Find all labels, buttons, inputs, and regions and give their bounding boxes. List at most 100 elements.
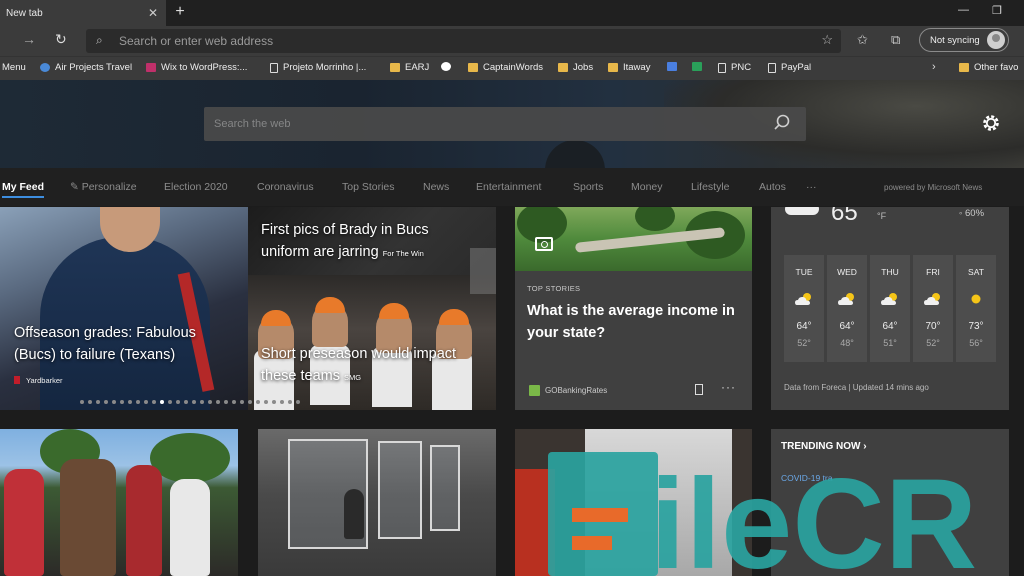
forecast-day[interactable]: THU 64° 51° [870,255,910,362]
tab-my-feed[interactable]: My Feed [2,181,45,198]
story-headline[interactable]: What is the average income in your state… [527,300,747,344]
carousel-dot[interactable] [232,400,236,404]
carousel-dot[interactable] [80,400,84,404]
carousel-next-button[interactable] [470,248,496,294]
carousel-dot[interactable] [120,400,124,404]
carousel-dots[interactable] [80,400,300,404]
headline-brady-uniform[interactable]: First pics of Brady in Bucs uniform are … [261,219,476,265]
favorite-captainwords[interactable]: CaptainWords [468,62,543,73]
address-input[interactable] [119,33,799,49]
profile-sync-button[interactable]: Not syncing [919,28,1009,52]
carousel-dot[interactable] [176,400,180,404]
carousel-dot[interactable] [216,400,220,404]
favorite-google[interactable] [441,62,456,71]
forecast-day[interactable]: WED 64° 48° [827,255,867,362]
favorite-other[interactable]: Other favo [959,62,1018,73]
favorite-paypal[interactable]: PayPal [768,62,811,73]
carousel-dot[interactable] [184,400,188,404]
news-card-protest[interactable] [0,429,238,576]
carousel-dot[interactable] [208,400,212,404]
chevron-right-icon[interactable]: › [932,61,936,73]
headline-short-preseason[interactable]: Short preseason would impact these teams… [261,343,486,389]
forecast-day[interactable]: TUE 64° 52° [784,255,824,362]
new-tab-button[interactable]: + [170,3,190,21]
favorite-itaway[interactable]: Itaway [608,62,650,73]
favorite-star-icon[interactable]: ☆ [821,32,833,48]
weather-card[interactable]: 65 °F ◦ 60% TUE 64° 52° WED 64° 48° THU 64° 51° F… [771,207,1009,410]
favorite-wix[interactable]: Wix to WordPress:... [146,62,247,73]
tab-autos[interactable]: Autos [759,181,786,193]
trending-heading: TRENDING NOW › [781,441,867,452]
favorite-jobs[interactable]: Jobs [558,62,593,73]
top-story-card[interactable]: TOP STORIES What is the average income i… [515,207,752,410]
gear-icon[interactable] [981,113,1001,133]
tab-news[interactable]: News [423,181,449,193]
temp-unit: °F [877,211,887,221]
carousel-dot[interactable] [160,400,164,404]
page-icon [718,62,726,73]
favorites-icon[interactable]: ✩ [857,32,868,48]
carousel-dot[interactable] [88,400,92,404]
more-options-icon[interactable]: ··· [721,380,736,394]
tab-election-2020[interactable]: Election 2020 [164,181,228,193]
carousel-dot[interactable] [288,400,292,404]
carousel-dot[interactable] [272,400,276,404]
bookmark-icon[interactable] [695,384,703,395]
refresh-icon[interactable]: ↻ [55,31,67,48]
carousel-dot[interactable] [224,400,228,404]
restore-icon[interactable]: ❐ [992,4,1002,17]
tab-personalize[interactable]: ✎ Personalize [70,181,137,193]
carousel-dot[interactable] [144,400,148,404]
tab-lifestyle[interactable]: Lifestyle [691,181,730,193]
carousel-dot[interactable] [248,400,252,404]
back-arrow-icon[interactable]: → [22,31,36,47]
forecast-low: 51° [883,338,897,348]
tab-entertainment[interactable]: Entertainment [476,181,541,193]
carousel-dot[interactable] [112,400,116,404]
tab-new-tab[interactable]: New tab ✕ [0,0,166,26]
address-bar[interactable]: ⌕ ☆ [86,29,841,53]
favorite-menu[interactable]: Menu [2,62,26,73]
humidity-value: 60% [965,208,985,219]
folder-icon [608,63,618,72]
carousel-dot[interactable] [192,400,196,404]
tab-coronavirus[interactable]: Coronavirus [257,181,314,193]
tab-sports[interactable]: Sports [573,181,603,193]
favorite-pnc[interactable]: PNC [718,62,751,73]
forecast-day[interactable]: SAT 73° 56° [956,255,996,362]
carousel-dot[interactable] [104,400,108,404]
player-helmet [439,309,469,325]
page-icon [768,62,776,73]
forecast-day[interactable]: FRI 70° 52° [913,255,953,362]
news-card-gym[interactable] [258,429,496,576]
source-label: GOBankingRates [545,386,608,395]
carousel-dot[interactable] [240,400,244,404]
carousel-dot[interactable] [200,400,204,404]
more-icon[interactable]: ··· [806,181,817,193]
tab-top-stories[interactable]: Top Stories [342,181,395,193]
favorite-air-projects[interactable]: Air Projects Travel [40,62,132,73]
tab-money[interactable]: Money [631,181,663,193]
news-carousel[interactable]: Offseason grades: Fabulous (Bucs) to fai… [0,207,496,410]
close-icon[interactable]: ✕ [148,6,158,20]
collections-icon[interactable]: ⧉ [891,32,900,48]
search-icon[interactable] [772,113,792,133]
favorite-sheets[interactable] [692,62,707,71]
minimize-icon[interactable]: — [958,4,969,16]
headline-offseason-grades[interactable]: Offseason grades: Fabulous (Bucs) to fai… [14,322,234,366]
favorite-projeto[interactable]: Projeto Morrinho |... [270,62,366,73]
carousel-dot[interactable] [136,400,140,404]
carousel-dot[interactable] [256,400,260,404]
web-search-input[interactable] [214,116,754,132]
web-search-box[interactable] [204,107,806,141]
favorite-label: PayPal [781,62,812,73]
carousel-dot[interactable] [296,400,300,404]
carousel-dot[interactable] [280,400,284,404]
carousel-dot[interactable] [264,400,268,404]
carousel-dot[interactable] [152,400,156,404]
carousel-dot[interactable] [168,400,172,404]
carousel-dot[interactable] [128,400,132,404]
favorite-earj[interactable]: EARJ [390,62,429,73]
carousel-dot[interactable] [96,400,100,404]
favorite-docs[interactable] [667,62,682,71]
